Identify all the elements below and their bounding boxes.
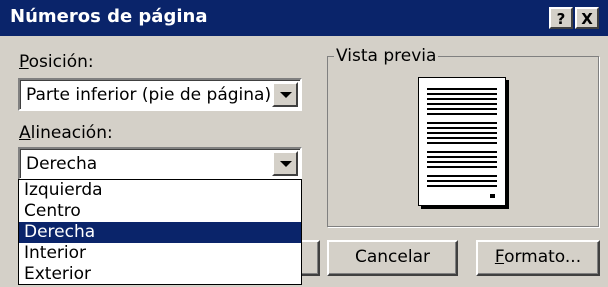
format-mnemonic: F (494, 247, 505, 267)
alignment-label-mnemonic: A (19, 123, 31, 143)
alignment-select-value: Derecha (26, 154, 98, 174)
dialog-title: Números de página (10, 6, 208, 27)
format-label: ormato... (504, 247, 582, 267)
position-select[interactable]: Parte inferior (pie de página) (18, 78, 302, 111)
alignment-option[interactable]: Izquierda (19, 180, 301, 201)
alignment-dropdown-list[interactable]: Izquierda Centro Derecha Interior Exteri… (18, 179, 302, 285)
position-label-text: osición: (28, 52, 94, 72)
format-button[interactable]: Formato... (476, 240, 600, 276)
page-number-marker (490, 194, 495, 198)
alignment-option[interactable]: Centro (19, 201, 301, 222)
alignment-option[interactable]: Interior (19, 243, 301, 264)
position-label: Posición: (19, 52, 94, 72)
alignment-select[interactable]: Derecha (18, 147, 302, 180)
alignment-label: Alineación: (19, 123, 113, 143)
preview-group: Vista previa (327, 46, 599, 227)
alignment-option[interactable]: Exterior (19, 264, 301, 285)
alignment-dropdown-arrow-icon[interactable] (272, 151, 298, 176)
alignment-label-text: lineación: (30, 123, 113, 143)
title-bar: Números de página ? X (0, 0, 608, 36)
position-label-mnemonic: P (19, 52, 29, 72)
help-button[interactable]: ? (549, 7, 573, 29)
preview-label: Vista previa (334, 46, 439, 66)
position-select-value: Parte inferior (pie de página) (26, 85, 272, 105)
alignment-option-selected[interactable]: Derecha (19, 222, 301, 243)
page-preview-image (418, 77, 506, 206)
cancel-button[interactable]: Cancelar (327, 240, 458, 276)
position-dropdown-arrow-icon[interactable] (272, 82, 298, 107)
close-button[interactable]: X (575, 7, 599, 29)
